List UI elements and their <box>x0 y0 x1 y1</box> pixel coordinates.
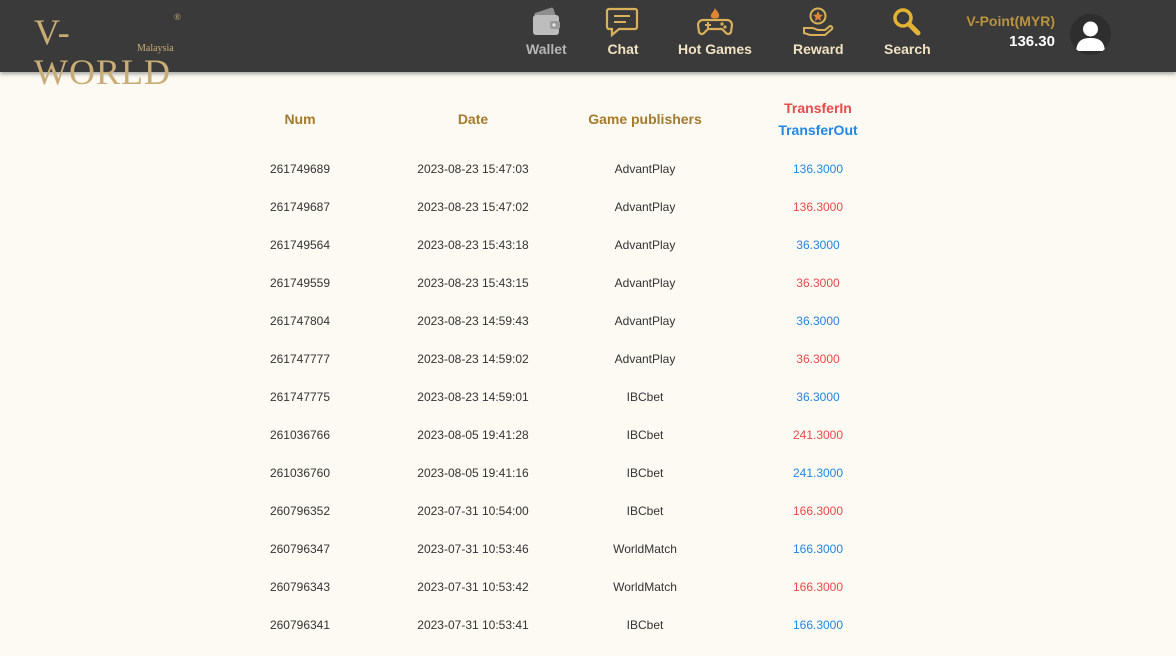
cell-date: 2023-08-23 15:43:18 <box>417 238 529 252</box>
wallet-balance-value: 136.30 <box>1009 33 1055 50</box>
cell-num: 261749559 <box>269 276 331 290</box>
table-row: 261747804 2023-08-23 14:59:43 AdvantPlay 36… <box>0 314 1176 352</box>
nav-chat-label: Chat <box>607 41 639 57</box>
cell-amount: 36.3000 <box>796 314 840 328</box>
cell-amount: 241.3000 <box>792 428 844 442</box>
cell-num: 260796352 <box>269 504 331 518</box>
cell-amount: 136.3000 <box>792 200 844 214</box>
cell-amount: 136.3000 <box>792 162 844 176</box>
cell-num: 261749689 <box>269 162 331 176</box>
cell-date: 2023-08-23 14:59:01 <box>417 390 529 404</box>
cell-publisher: IBCbet <box>626 466 664 480</box>
column-header-date: Date <box>457 111 489 127</box>
brand-logo[interactable]: V-WORLD ® Malaysia <box>34 12 184 92</box>
cell-publisher: IBCbet <box>626 504 664 518</box>
cell-num: 260796341 <box>269 618 331 632</box>
user-avatar-button[interactable] <box>1070 14 1111 55</box>
column-header-transfer: TransferIn TransferOut <box>738 100 898 138</box>
cell-num: 261747804 <box>269 314 331 328</box>
cell-amount: 36.3000 <box>796 352 840 366</box>
table-row: 261749689 2023-08-23 15:47:03 AdvantPlay 13… <box>0 162 1176 200</box>
table-row: 261747775 2023-08-23 14:59:01 IBCbet 36.300… <box>0 390 1176 428</box>
table-row: 260796347 2023-07-31 10:53:46 WorldMatch 16… <box>0 542 1176 580</box>
cell-publisher: WorldMatch <box>613 580 677 594</box>
nav-hot-games-button[interactable]: Hot Games <box>678 6 752 66</box>
cell-date: 2023-08-23 15:43:15 <box>417 276 529 290</box>
cell-date: 2023-08-23 15:47:02 <box>417 200 529 214</box>
cell-date: 2023-08-23 14:59:43 <box>417 314 529 328</box>
reward-hand-icon <box>803 7 834 36</box>
cell-amount: 166.3000 <box>792 618 844 632</box>
table-row: 261036760 2023-08-05 19:41:16 IBCbet 241.30… <box>0 466 1176 504</box>
cell-publisher: AdvantPlay <box>614 200 676 214</box>
nav-search-label: Search <box>884 41 931 57</box>
cell-publisher: IBCbet <box>626 428 664 442</box>
cell-publisher: IBCbet <box>626 618 664 632</box>
nav-wallet-label: Wallet <box>526 41 567 57</box>
cell-publisher: AdvantPlay <box>614 352 676 366</box>
cell-amount: 166.3000 <box>792 504 844 518</box>
table-row: 261747777 2023-08-23 14:59:02 AdvantPlay 36… <box>0 352 1176 390</box>
table-row: 260796341 2023-07-31 10:53:41 IBCbet 166.30… <box>0 618 1176 656</box>
cell-num: 260796343 <box>269 580 331 594</box>
cell-amount: 241.3000 <box>792 466 844 480</box>
chat-icon <box>605 7 639 38</box>
nav-wallet-button[interactable]: Wallet <box>526 6 567 66</box>
wallet-balance-panel: V-Point(MYR) 136.30 <box>966 13 1055 50</box>
cell-amount: 36.3000 <box>796 276 840 290</box>
column-header-num: Num <box>284 111 316 127</box>
cell-num: 261747775 <box>269 390 331 404</box>
column-header-transfer-out: TransferOut <box>778 122 858 138</box>
logo-registered-mark: ® <box>174 12 181 22</box>
cell-publisher: AdvantPlay <box>614 162 676 176</box>
user-avatar-icon <box>1070 14 1111 55</box>
cell-publisher: IBCbet <box>626 390 664 404</box>
wallet-currency-label: V-Point(MYR) <box>966 13 1055 29</box>
cell-date: 2023-08-05 19:41:16 <box>417 466 529 480</box>
cell-publisher: WorldMatch <box>613 542 677 556</box>
cell-num: 261747777 <box>269 352 331 366</box>
nav-reward-button[interactable]: Reward <box>793 6 844 66</box>
cell-date: 2023-08-23 14:59:02 <box>417 352 529 366</box>
table-header-row: Num Date Game publishers TransferIn Tran… <box>0 96 1176 146</box>
gamepad-flame-icon <box>696 8 733 36</box>
cell-num: 261749687 <box>269 200 331 214</box>
search-icon <box>893 8 921 36</box>
cell-date: 2023-08-05 19:41:28 <box>417 428 529 442</box>
table-row: 260796343 2023-07-31 10:53:42 WorldMatch 16… <box>0 580 1176 618</box>
cell-publisher: AdvantPlay <box>614 314 676 328</box>
cell-amount: 166.3000 <box>792 542 844 556</box>
cell-publisher: AdvantPlay <box>614 238 676 252</box>
cell-publisher: AdvantPlay <box>614 276 676 290</box>
cell-num: 261036766 <box>269 428 331 442</box>
wallet-icon <box>533 7 561 35</box>
cell-num: 261036760 <box>269 466 331 480</box>
cell-date: 2023-07-31 10:53:46 <box>417 542 529 556</box>
cell-amount: 36.3000 <box>796 238 840 252</box>
nav-reward-label: Reward <box>793 41 844 57</box>
column-header-transfer-in: TransferIn <box>784 100 852 116</box>
nav-search-button[interactable]: Search <box>884 6 931 66</box>
table-row: 261036766 2023-08-05 19:41:28 IBCbet 241.30… <box>0 428 1176 466</box>
nav-chat-button[interactable]: Chat <box>605 6 641 66</box>
cell-amount: 166.3000 <box>792 580 844 594</box>
table-row: 260796352 2023-07-31 10:54:00 IBCbet 166.30… <box>0 504 1176 542</box>
logo-country: Malaysia <box>137 43 174 54</box>
column-header-publisher: Game publishers <box>588 111 702 127</box>
cell-num: 260796347 <box>269 542 331 556</box>
cell-amount: 36.3000 <box>796 390 840 404</box>
cell-num: 261749564 <box>269 238 331 252</box>
table-row: 261749687 2023-08-23 15:47:02 AdvantPlay 13… <box>0 200 1176 238</box>
table-row: 261749559 2023-08-23 15:43:15 AdvantPlay 36… <box>0 276 1176 314</box>
top-navigation-bar: V-WORLD ® Malaysia Wallet Chat Hot Games… <box>0 0 1176 92</box>
cell-date: 2023-07-31 10:53:42 <box>417 580 529 594</box>
table-row: 261749564 2023-08-23 15:43:18 AdvantPlay 36… <box>0 238 1176 276</box>
nav-hot-games-label: Hot Games <box>678 41 752 57</box>
cell-date: 2023-07-31 10:53:41 <box>417 618 529 632</box>
cell-date: 2023-07-31 10:54:00 <box>417 504 529 518</box>
cell-date: 2023-08-23 15:47:03 <box>417 162 529 176</box>
